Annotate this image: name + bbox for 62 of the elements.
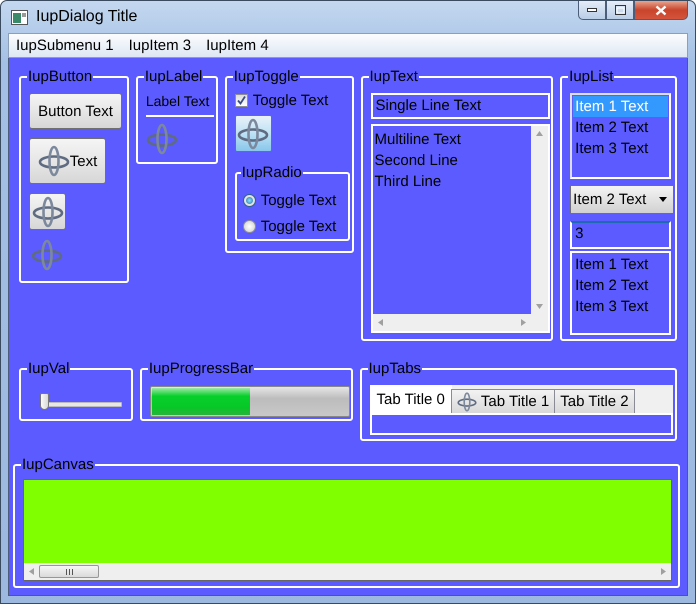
menu-item[interactable]: IupSubmenu 1 (15, 37, 115, 54)
radio-label: Toggle Text (260, 218, 336, 234)
group-title: IupText (368, 68, 419, 85)
minimize-button[interactable] (578, 1, 606, 20)
menu-item[interactable]: IupItem 3 (128, 37, 192, 54)
dropdown[interactable]: Item 2 Text (570, 185, 674, 214)
group-title: IupProgressBar (148, 360, 254, 377)
close-button[interactable] (634, 1, 688, 20)
slider-thumb[interactable] (40, 393, 50, 410)
group-title: IupList (568, 68, 614, 85)
gyroscope-icon (237, 118, 270, 150)
input-field[interactable]: 3 (570, 221, 672, 249)
list-item[interactable]: Item 2 Text (573, 275, 668, 296)
maximize-button[interactable] (606, 1, 634, 20)
checkbox[interactable] (234, 94, 248, 107)
window-title: IupDialog Title (36, 8, 138, 26)
arrow-icon (520, 319, 526, 326)
group-title: IupButton (27, 68, 94, 85)
arrow-icon (661, 568, 666, 575)
group-title: IupToggle (232, 68, 300, 85)
radio-label: Toggle Text (260, 192, 336, 208)
gyroscope-icon (456, 392, 477, 412)
checkbox-label: Toggle Text (252, 92, 328, 109)
radio-button[interactable] (242, 194, 256, 206)
menu-item[interactable]: IupItem 4 (205, 37, 270, 54)
maximize-icon (614, 5, 626, 15)
gyroscope-icon (146, 123, 178, 155)
image-button[interactable] (29, 193, 66, 230)
caret-icon (659, 197, 668, 202)
arrow-icon (378, 319, 382, 326)
image-text-button[interactable]: Text (29, 138, 106, 184)
gyroscope-icon (32, 196, 64, 228)
scrollbar[interactable] (24, 563, 671, 580)
group-title: IupTabs (368, 360, 422, 377)
arrow-icon (536, 304, 542, 309)
group-title: IupRadio (240, 164, 303, 181)
scrollbar[interactable] (372, 314, 530, 331)
tab[interactable]: Tab Title 2 (554, 389, 635, 413)
group-title: IupCanvas (21, 456, 95, 473)
scrollbar[interactable] (530, 126, 548, 314)
image-toggle[interactable] (234, 115, 272, 152)
group-title: IupLabel (144, 68, 204, 85)
multiline-field[interactable]: Multiline Text Second Line Third Line (370, 124, 550, 333)
tab[interactable]: Tab Title 0 (370, 385, 452, 413)
minimize-icon (587, 8, 597, 12)
group-title: IupVal (27, 360, 70, 377)
text-field[interactable]: Single Line Text (370, 93, 550, 119)
app-icon (11, 10, 28, 25)
list-item[interactable]: Item 3 Text (573, 296, 668, 317)
text-button[interactable]: Button Text (29, 93, 122, 129)
arrow-icon (536, 131, 542, 136)
gyroscope-icon (38, 145, 70, 177)
close-icon (655, 4, 667, 16)
scrollbar-thumb[interactable] (39, 565, 99, 578)
list-item[interactable]: Item 1 Text (573, 254, 668, 275)
tab[interactable]: Tab Title 1 (450, 389, 556, 413)
label-text: Label Text (146, 93, 210, 109)
multiline-text: Multiline Text Second Line Third Line (374, 130, 462, 192)
radio-button[interactable] (242, 220, 256, 232)
list-item[interactable]: Item 2 Text (573, 117, 668, 138)
list-item[interactable]: Item 3 Text (573, 138, 668, 159)
arrow-icon (29, 568, 34, 575)
